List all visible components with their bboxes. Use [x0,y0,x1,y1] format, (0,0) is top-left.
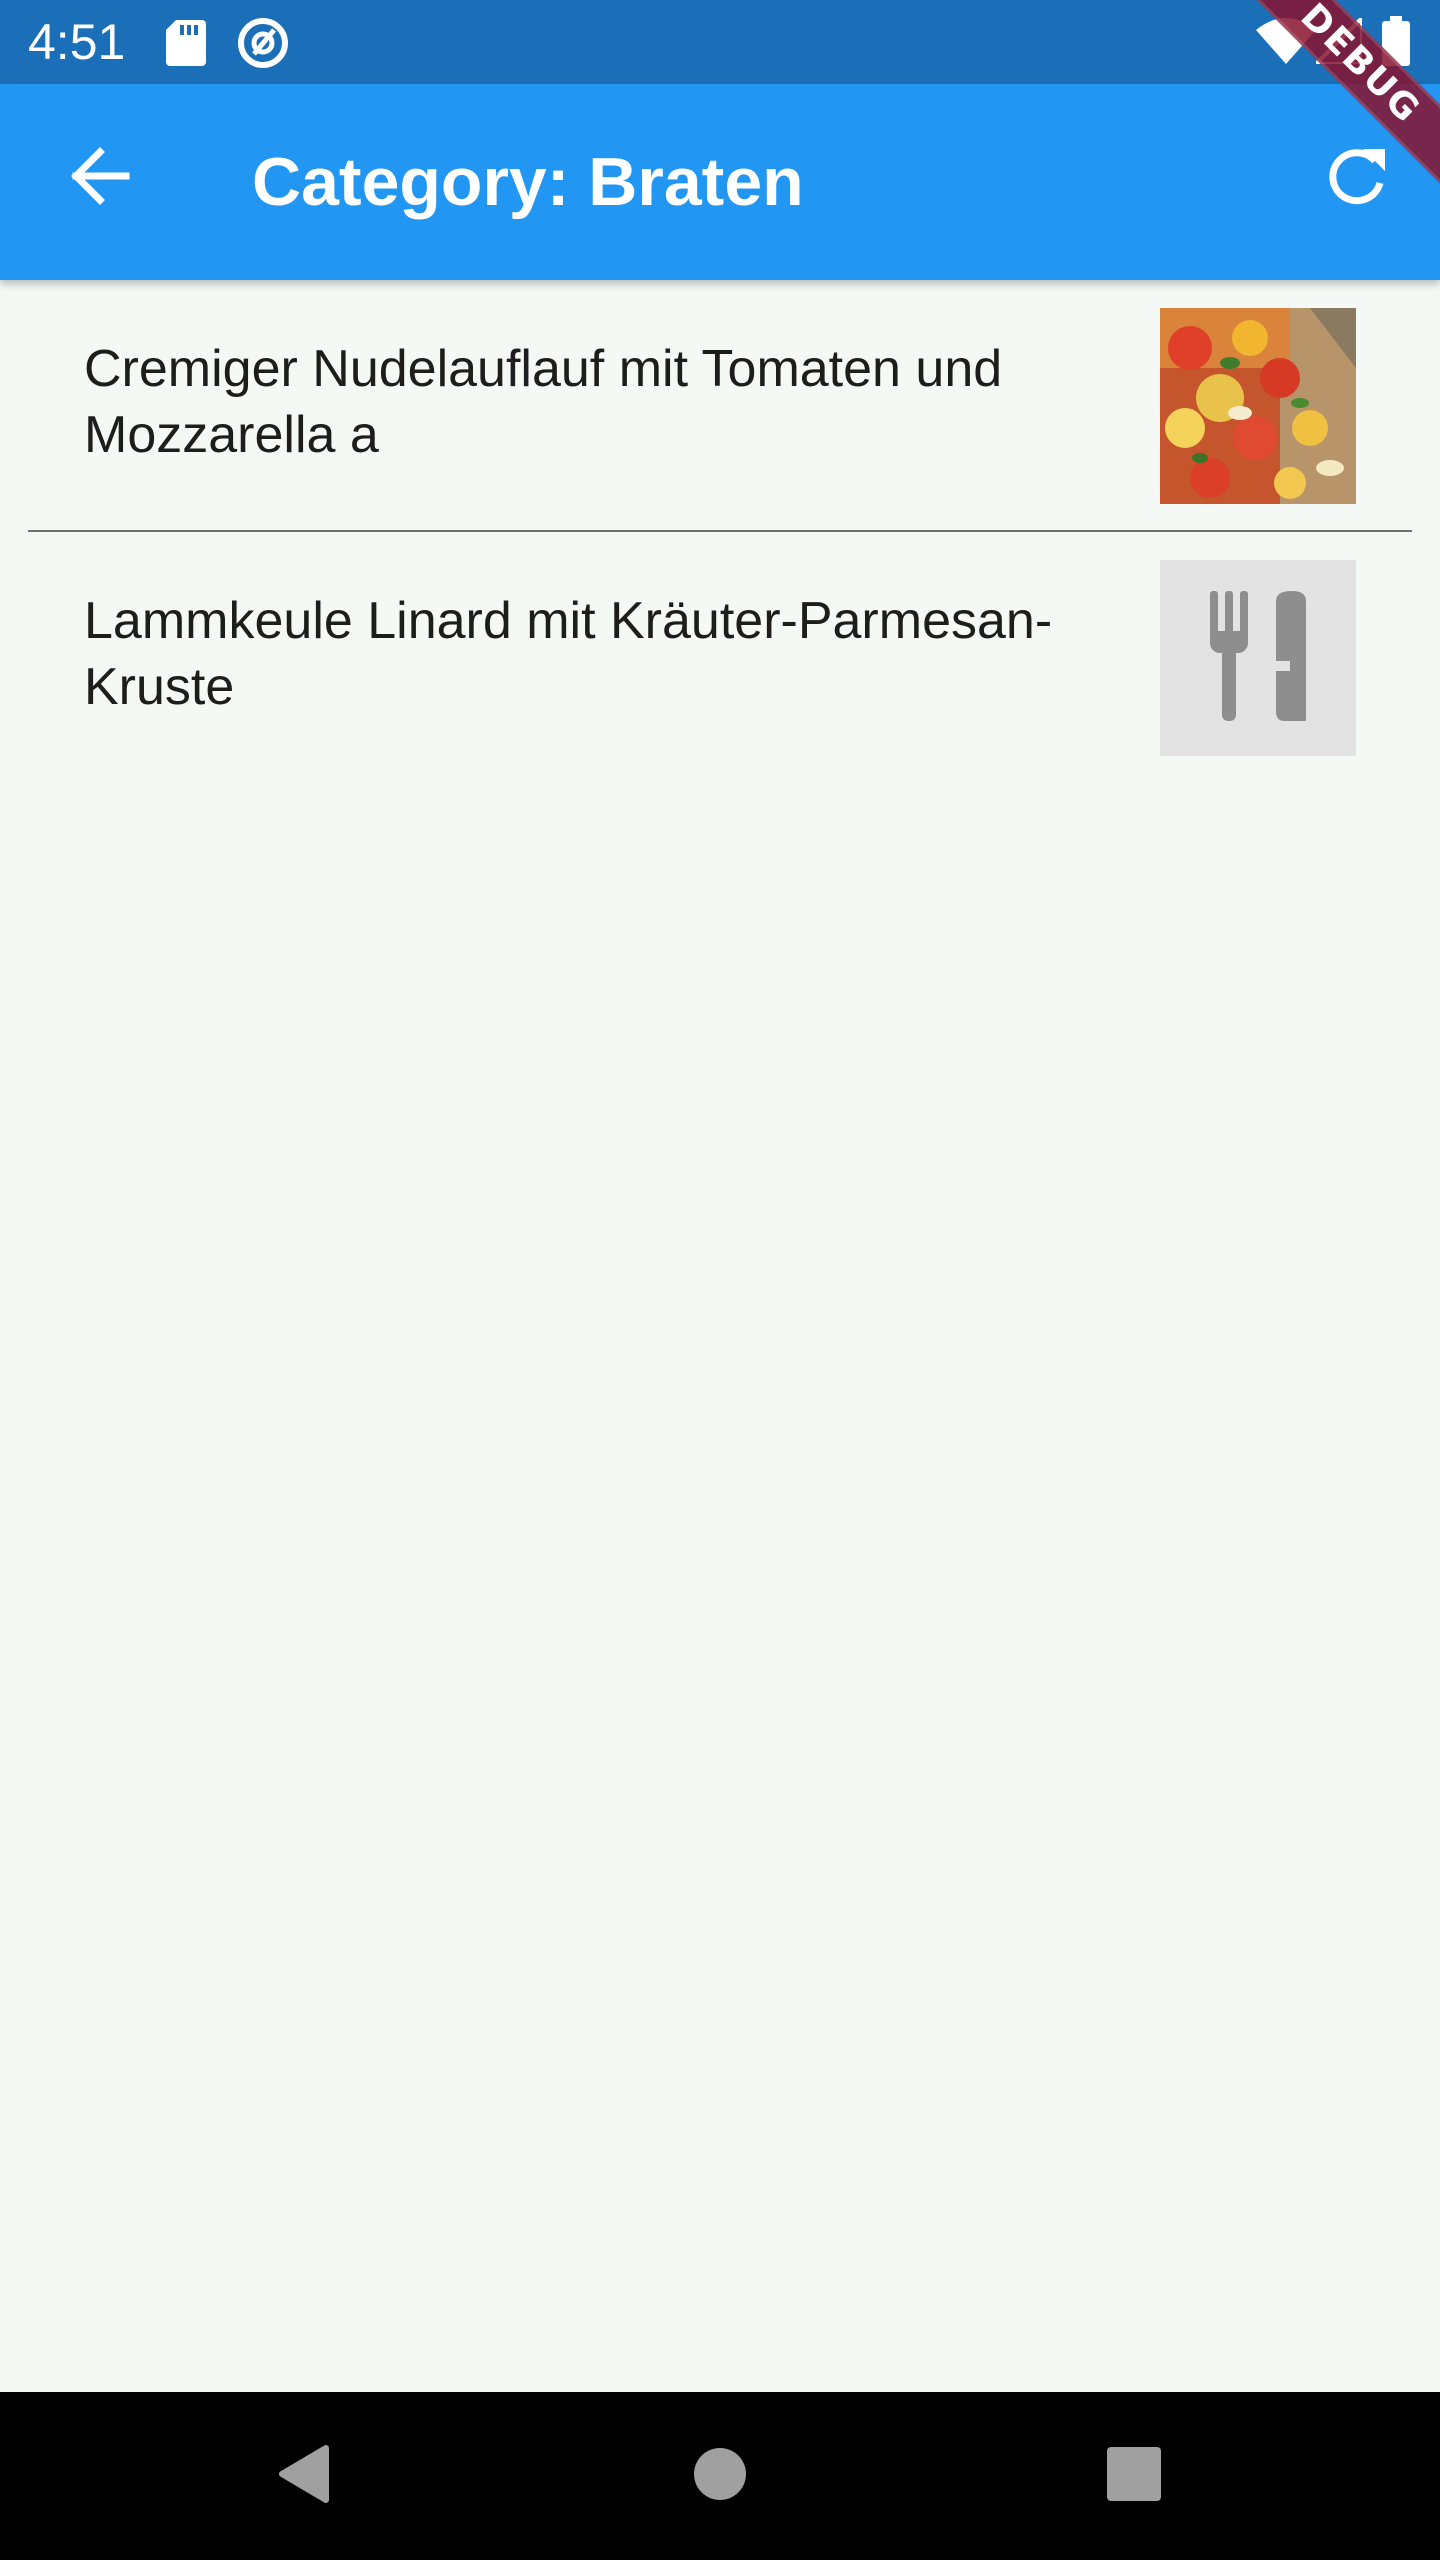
nav-back-button[interactable] [252,2426,352,2526]
arrow-back-icon [68,144,132,213]
signal-icon [1311,13,1364,69]
page-title: Category: Braten [252,144,804,220]
home-circle-icon [692,2446,748,2507]
back-triangle-icon [274,2444,330,2509]
refresh-icon [1323,143,1389,214]
system-nav-bar [0,2392,1440,2560]
list-item[interactable]: Cremiger Nudelauflauf mit Tomaten und Mo… [0,280,1440,532]
recents-square-icon [1107,2446,1161,2506]
nav-home-button[interactable] [670,2426,770,2526]
restaurant-icon [1208,590,1308,726]
recipe-list: Cremiger Nudelauflauf mit Tomaten und Mo… [0,280,1440,780]
sd-card-icon [166,20,206,71]
recipe-title: Cremiger Nudelauflauf mit Tomaten und Mo… [84,340,1003,464]
list-item[interactable]: Lammkeule Linard mit Kräuter-Parmesan-Kr… [0,532,1440,782]
recipe-thumbnail-placeholder [1160,560,1356,756]
wifi-icon [1256,18,1316,69]
status-time: 4:51 [28,14,126,70]
nav-recents-button[interactable] [1084,2426,1184,2526]
recipe-title: Lammkeule Linard mit Kräuter-Parmesan-Kr… [84,592,1053,716]
back-button[interactable] [50,128,150,228]
refresh-button[interactable] [1306,128,1406,228]
app-bar: Category: Braten [0,84,1440,280]
at-sign-icon [236,16,290,75]
status-bar: 4:51 [0,0,1440,84]
battery-icon [1382,16,1410,71]
pasta-bake-photo [1160,308,1356,504]
